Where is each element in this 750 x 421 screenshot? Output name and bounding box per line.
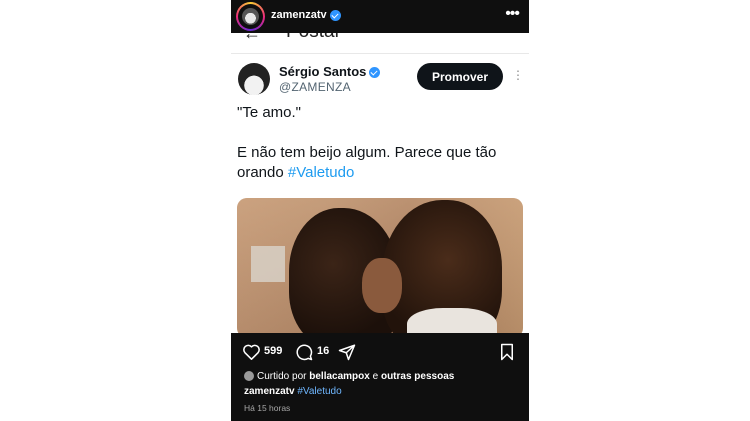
- instagram-header: zamenzatv •••: [231, 0, 529, 33]
- instagram-actions: 599 16 Curtido por bellacampox e outras …: [231, 333, 529, 421]
- profile-avatar[interactable]: [236, 2, 265, 31]
- caption-hashtag[interactable]: #Valetudo: [297, 386, 341, 397]
- comment-icon[interactable]: [295, 343, 313, 361]
- tweet-text: "Te amo." E não tem beijo algum. Parece …: [237, 103, 522, 183]
- tweet-line-1: "Te amo.": [237, 104, 302, 121]
- bookmark-icon[interactable]: [499, 343, 515, 361]
- promote-button[interactable]: Promover: [417, 63, 503, 90]
- author-avatar[interactable]: [238, 63, 270, 95]
- caption-username[interactable]: zamenzatv: [244, 386, 295, 397]
- liked-by-line[interactable]: Curtido por bellacampox e outras pessoas: [244, 371, 454, 382]
- verified-icon: [369, 67, 381, 79]
- post-time: Há 15 horas: [244, 403, 291, 413]
- tweet-media-image[interactable]: [237, 198, 523, 338]
- verified-icon: [329, 9, 341, 21]
- heart-icon[interactable]: [242, 343, 261, 360]
- author-handle[interactable]: @ZAMENZA: [279, 80, 351, 94]
- caption: zamenzatv #Valetudo: [244, 386, 342, 397]
- page-title: Postar: [286, 33, 341, 43]
- tweet-line-2: E não tem beijo algum. Parece que tão or…: [237, 144, 497, 181]
- author-name[interactable]: Sérgio Santos: [279, 64, 381, 79]
- liker-avatar: [244, 371, 254, 382]
- like-count[interactable]: 599: [264, 345, 282, 357]
- tweet-page-header: ← Postar: [231, 33, 529, 54]
- phone-screen: zamenzatv ••• ← Postar Sérgio Santos @ZA…: [231, 0, 529, 421]
- comment-count[interactable]: 16: [317, 345, 329, 357]
- username[interactable]: zamenzatv: [271, 9, 341, 21]
- more-icon[interactable]: •••: [505, 4, 520, 24]
- tweet-more-icon[interactable]: ⋮: [512, 68, 524, 82]
- share-icon[interactable]: [338, 343, 356, 361]
- back-arrow-icon[interactable]: ←: [243, 33, 261, 44]
- hashtag-link[interactable]: #Valetudo: [288, 164, 354, 181]
